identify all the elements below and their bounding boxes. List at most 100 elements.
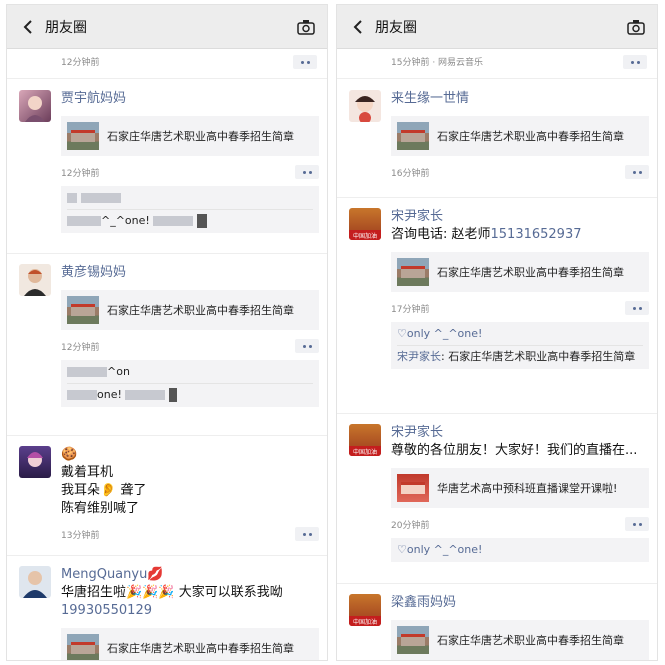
link-card[interactable]: 石家庄华唐艺术职业高中春季招生简章 <box>61 290 319 330</box>
more-button[interactable] <box>623 55 647 69</box>
partial-post: 15分钟前 · 网易云音乐 <box>337 49 657 79</box>
avatar[interactable]: 中国加油 <box>349 594 381 626</box>
moment-post: 来生缘一世情 石家庄华唐艺术职业高中春季招生简章 16分钟前 <box>337 80 657 198</box>
back-chevron-icon[interactable] <box>347 16 369 38</box>
link-card[interactable]: 石家庄华唐艺术职业高中春季招生简章 <box>391 620 649 660</box>
svg-text:中国加油: 中国加油 <box>353 618 377 626</box>
timestamp: 15分钟前 · 网易云音乐 <box>391 58 484 68</box>
moment-post: 贾宇航妈妈 石家庄华唐艺术职业高中春季招生简章 12分钟前 ^_^one! <box>7 80 327 254</box>
more-dots-icon <box>302 532 306 536</box>
more-button[interactable] <box>625 165 649 179</box>
more-button[interactable] <box>625 517 649 531</box>
page-title: 朋友圈 <box>375 19 417 36</box>
comment-box: ^on one! <box>61 360 319 407</box>
link-card[interactable]: 石家庄华唐艺术职业高中春季招生简章 <box>61 116 319 156</box>
avatar[interactable] <box>19 264 51 296</box>
top-bar: 朋友圈 <box>7 5 327 49</box>
more-dots-icon <box>632 306 636 310</box>
comment-line[interactable]: ^on <box>67 364 313 380</box>
comment-like-line[interactable] <box>67 190 313 206</box>
author-name[interactable]: 宋尹家长 <box>391 424 647 442</box>
link-title: 石家庄华唐艺术职业高中春季招生简章 <box>107 642 294 655</box>
timestamp: 12分钟前 <box>61 58 100 68</box>
link-thumbnail <box>67 634 99 660</box>
timestamp: 16分钟前 <box>391 168 430 179</box>
link-title: 石家庄华唐艺术职业高中春季招生简章 <box>437 634 624 647</box>
comment-author[interactable]: 宋尹家长 <box>397 350 441 363</box>
comment-text: one! <box>97 388 122 401</box>
more-dots-icon <box>632 170 636 174</box>
link-title: 石家庄华唐艺术职业高中春季招生简章 <box>107 304 294 317</box>
more-dots-icon <box>302 170 306 174</box>
comment-line[interactable]: one! <box>67 387 313 403</box>
top-bar: 朋友圈 <box>337 5 657 49</box>
avatar[interactable] <box>349 90 381 122</box>
more-dots-icon <box>300 60 304 64</box>
post-text: 华唐招生啦🎉🎉🎉 大家可以联系我呦 <box>61 585 283 600</box>
more-dots-icon <box>632 522 636 526</box>
moment-post: 中国加油 宋尹家长 尊敬的各位朋友！大家好！我们的直播在... 华唐艺术高中预科… <box>337 414 657 584</box>
timestamp: 17分钟前 <box>391 304 430 315</box>
comment-box: ♡only ^_^one! <box>391 538 649 562</box>
phone-link[interactable]: 15131652937 <box>491 227 582 242</box>
more-dots-icon <box>302 344 306 348</box>
author-name[interactable]: 🍪 <box>61 446 317 464</box>
post-text-line: 戴着耳机 <box>61 465 114 480</box>
author-name[interactable]: 黄彦锡妈妈 <box>61 264 317 282</box>
author-name[interactable]: 梁鑫雨妈妈 <box>391 594 647 612</box>
more-button[interactable] <box>625 301 649 315</box>
comment-text: : 石家庄华唐艺术职业高中春季招生简章 <box>441 350 636 363</box>
more-button[interactable] <box>295 527 319 541</box>
moment-post: 🍪 戴着耳机 我耳朵👂 聋了 陈宥维别喊了 13分钟前 <box>7 436 327 556</box>
post-text-line: 陈宥维别喊了 <box>61 501 140 516</box>
camera-icon[interactable] <box>295 16 317 38</box>
more-button[interactable] <box>293 55 317 69</box>
post-text-prefix: 咨询电话: 赵老师 <box>391 227 491 242</box>
camera-icon[interactable] <box>625 16 647 38</box>
comment-line[interactable]: ^_^one! <box>67 213 313 229</box>
author-name[interactable]: 来生缘一世情 <box>391 90 647 108</box>
more-button[interactable] <box>295 339 319 353</box>
link-card[interactable]: 石家庄华唐艺术职业高中春季招生简章 <box>391 252 649 292</box>
link-thumbnail <box>67 296 99 324</box>
link-card[interactable]: 石家庄华唐艺术职业高中春季招生简章 <box>391 116 649 156</box>
link-card[interactable]: 华唐艺术高中预科班直播课堂开课啦! <box>391 468 649 508</box>
comment-line[interactable]: 宋尹家长: 石家庄华唐艺术职业高中春季招生简章 <box>397 349 643 365</box>
avatar[interactable]: 中国加油 <box>349 424 381 456</box>
moment-post: 中国加油 宋尹家长 咨询电话: 赵老师15131652937 石家庄华唐艺术职业… <box>337 198 657 414</box>
more-button[interactable] <box>295 165 319 179</box>
post-text: 尊敬的各位朋友！大家好！我们的直播在... <box>391 443 638 458</box>
author-name[interactable]: 贾宇航妈妈 <box>61 90 317 108</box>
moment-post: 黄彦锡妈妈 石家庄华唐艺术职业高中春季招生简章 12分钟前 ^on one! <box>7 254 327 436</box>
link-thumbnail <box>67 122 99 150</box>
comment-box: ^_^one! <box>61 186 319 233</box>
post-text-line: 我耳朵👂 聋了 <box>61 483 147 498</box>
author-name[interactable]: MengQuanyu💋 <box>61 566 317 584</box>
left-screenshot: 朋友圈 12分钟前 贾宇航妈妈 石家庄华唐艺术职业高中春季招生简章 12分钟前 <box>6 4 328 661</box>
timestamp: 13分钟前 <box>61 530 100 541</box>
more-dots-icon <box>630 60 634 64</box>
link-card[interactable]: 石家庄华唐艺术职业高中春季招生简章 <box>61 628 319 660</box>
timestamp: 12分钟前 <box>61 342 100 353</box>
link-thumbnail <box>397 258 429 286</box>
svg-text:中国加油: 中国加油 <box>353 448 377 456</box>
comment-like-line[interactable]: ♡only ^_^one! <box>397 542 643 558</box>
phone-link[interactable]: 19930550129 <box>61 602 317 620</box>
page-title: 朋友圈 <box>45 19 87 36</box>
avatar[interactable] <box>19 446 51 478</box>
link-thumbnail <box>397 122 429 150</box>
avatar[interactable]: 中国加油 <box>349 208 381 240</box>
avatar[interactable] <box>19 90 51 122</box>
svg-text:中国加油: 中国加油 <box>353 232 377 240</box>
avatar[interactable] <box>19 566 51 598</box>
link-title: 石家庄华唐艺术职业高中春季招生简章 <box>107 130 294 143</box>
link-title: 石家庄华唐艺术职业高中春季招生简章 <box>437 130 624 143</box>
link-title: 华唐艺术高中预科班直播课堂开课啦! <box>437 482 618 495</box>
back-chevron-icon[interactable] <box>17 16 39 38</box>
comment-like-line[interactable]: ♡only ^_^one! <box>397 326 643 342</box>
moment-post: 中国加油 梁鑫雨妈妈 石家庄华唐艺术职业高中春季招生简章 <box>337 584 657 660</box>
timestamp: 12分钟前 <box>61 168 100 179</box>
link-thumbnail <box>397 626 429 654</box>
comment-text: ^_^one! <box>101 214 150 227</box>
author-name[interactable]: 宋尹家长 <box>391 208 647 226</box>
